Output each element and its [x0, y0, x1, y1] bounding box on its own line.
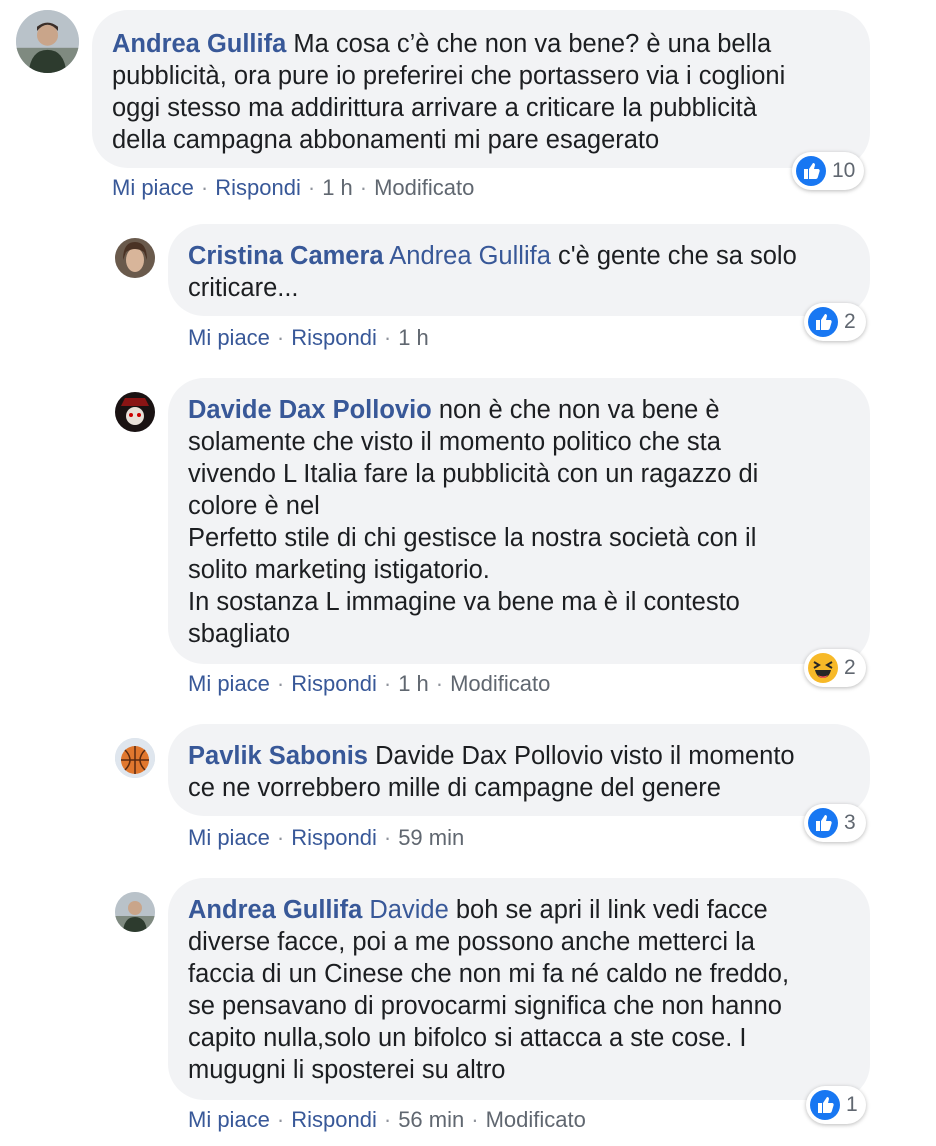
profile-photo-icon — [115, 238, 155, 278]
reaction-count: 1 — [846, 1093, 858, 1116]
separator: · — [276, 325, 285, 350]
like-thumb-icon — [796, 156, 826, 186]
separator: · — [359, 175, 368, 200]
comment-actions: Mi piace · Rispondi · 1 h — [188, 324, 429, 352]
comment-actions: Mi piace · Rispondi · 1 h · Modificato — [188, 670, 550, 698]
timestamp[interactable]: 1 h — [398, 671, 429, 696]
like-thumb-icon — [810, 1090, 840, 1120]
timestamp[interactable]: 1 h — [398, 325, 429, 350]
separator: · — [276, 825, 285, 850]
reaction-summary[interactable]: 1 — [806, 1086, 866, 1124]
comment-author[interactable]: Andrea Gullifa — [112, 30, 286, 58]
separator: · — [383, 825, 392, 850]
edited-label[interactable]: Modificato — [374, 175, 474, 200]
avatar[interactable] — [115, 892, 155, 932]
separator: · — [200, 175, 209, 200]
reply-link[interactable]: Rispondi — [291, 1107, 377, 1132]
reaction-summary[interactable]: 10 — [792, 152, 864, 190]
reaction-count: 10 — [832, 159, 856, 182]
reaction-count: 3 — [844, 811, 856, 834]
comment-actions: Mi piace · Rispondi · 59 min — [188, 824, 464, 852]
comment-author[interactable]: Davide Dax Pollovio — [188, 396, 432, 424]
timestamp[interactable]: 1 h — [322, 175, 353, 200]
separator: · — [471, 1107, 479, 1132]
separator: · — [276, 1107, 285, 1132]
avatar[interactable] — [115, 738, 155, 778]
separator: · — [383, 671, 392, 696]
comment-author[interactable]: Andrea Gullifa — [188, 896, 362, 924]
separator: · — [383, 325, 392, 350]
avatar[interactable] — [115, 392, 155, 432]
like-thumb-icon — [808, 307, 838, 337]
profile-photo-icon — [16, 10, 79, 73]
like-link[interactable]: Mi piace — [112, 175, 194, 200]
timestamp[interactable]: 59 min — [398, 825, 464, 850]
mention-link[interactable]: Andrea Gullifa — [389, 242, 551, 270]
comment-actions: Mi piace · Rispondi · 56 min · Modificato — [188, 1106, 586, 1134]
comment-text: non è che non va bene è solamente che vi… — [188, 396, 759, 648]
comment-thread: Andrea Gullifa Ma cosa c’è che non va be… — [0, 0, 936, 1146]
separator: · — [307, 175, 316, 200]
profile-photo-icon — [115, 392, 155, 432]
mention-link[interactable]: Davide — [369, 896, 448, 924]
comment-bubble: Andrea Gullifa Ma cosa c’è che non va be… — [92, 10, 870, 168]
reply-link[interactable]: Rispondi — [215, 175, 301, 200]
reply-link[interactable]: Rispondi — [291, 825, 377, 850]
like-link[interactable]: Mi piace — [188, 825, 270, 850]
edited-label[interactable]: Modificato — [450, 671, 550, 696]
avatar[interactable] — [115, 238, 155, 278]
comment-bubble: Pavlik Sabonis Davide Dax Pollovio visto… — [168, 724, 870, 816]
like-link[interactable]: Mi piace — [188, 325, 270, 350]
separator: · — [276, 671, 285, 696]
reply-link[interactable]: Rispondi — [291, 325, 377, 350]
comment-text: boh se apri il link vedi facce diverse f… — [188, 896, 790, 1084]
separator: · — [435, 671, 444, 696]
like-link[interactable]: Mi piace — [188, 1107, 270, 1132]
reaction-summary[interactable]: 3 — [804, 804, 866, 842]
reply-link[interactable]: Rispondi — [291, 671, 377, 696]
profile-photo-icon — [115, 892, 155, 932]
haha-laugh-icon — [808, 653, 838, 683]
reaction-summary[interactable]: 2 — [804, 649, 866, 687]
comment-actions: Mi piace · Rispondi · 1 h · Modificato — [112, 174, 474, 202]
comment-author[interactable]: Cristina Camera — [188, 242, 384, 270]
comment-bubble: Davide Dax Pollovio non è che non va ben… — [168, 378, 870, 664]
separator: · — [383, 1107, 392, 1132]
reaction-count: 2 — [844, 656, 856, 679]
avatar[interactable] — [16, 10, 79, 73]
profile-photo-icon — [115, 738, 155, 778]
comment-bubble: Cristina Camera Andrea Gullifa c'è gente… — [168, 224, 870, 316]
reaction-summary[interactable]: 2 — [804, 303, 866, 341]
comment-bubble: Andrea Gullifa Davide boh se apri il lin… — [168, 878, 870, 1100]
like-link[interactable]: Mi piace — [188, 671, 270, 696]
reaction-count: 2 — [844, 310, 856, 333]
edited-label[interactable]: Modificato — [486, 1107, 586, 1132]
timestamp[interactable]: 56 min — [398, 1107, 464, 1132]
comment-author[interactable]: Pavlik Sabonis — [188, 742, 368, 770]
like-thumb-icon — [808, 808, 838, 838]
